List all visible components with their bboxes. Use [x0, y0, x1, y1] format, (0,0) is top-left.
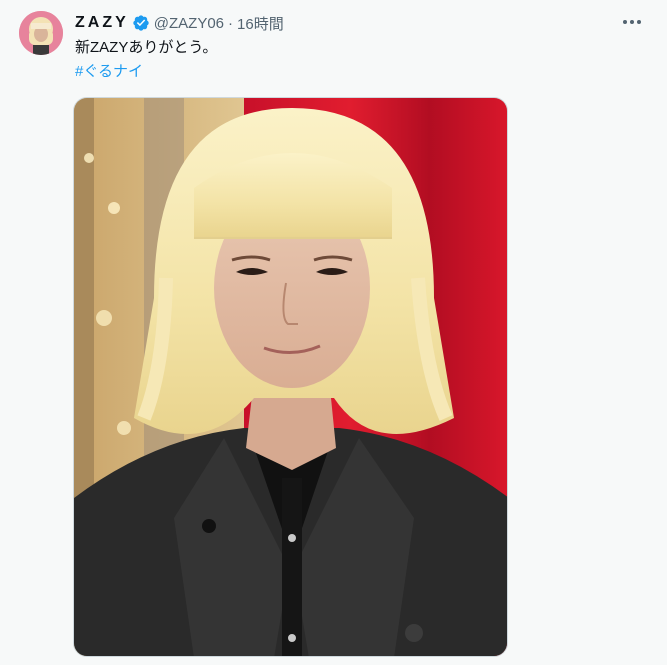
handle[interactable]: @ZAZY06 [154, 15, 224, 32]
tweet-header: ZAZY @ZAZY06 · 16時間 [75, 11, 284, 35]
tweet-text: 新ZAZYありがとう。 [75, 39, 218, 56]
tweet: ZAZY @ZAZY06 · 16時間 新ZAZYありがとう。 #ぐるナイ [0, 0, 667, 665]
separator-dot: · [228, 14, 234, 32]
hashtag-link[interactable]: #ぐるナイ [75, 62, 143, 82]
timestamp[interactable]: 16時間 [237, 13, 284, 34]
tweet-photo[interactable] [73, 97, 508, 657]
verified-badge-icon [132, 14, 150, 32]
avatar[interactable] [19, 11, 63, 55]
more-options-icon[interactable] [619, 12, 645, 32]
display-name[interactable]: ZAZY [75, 14, 129, 32]
